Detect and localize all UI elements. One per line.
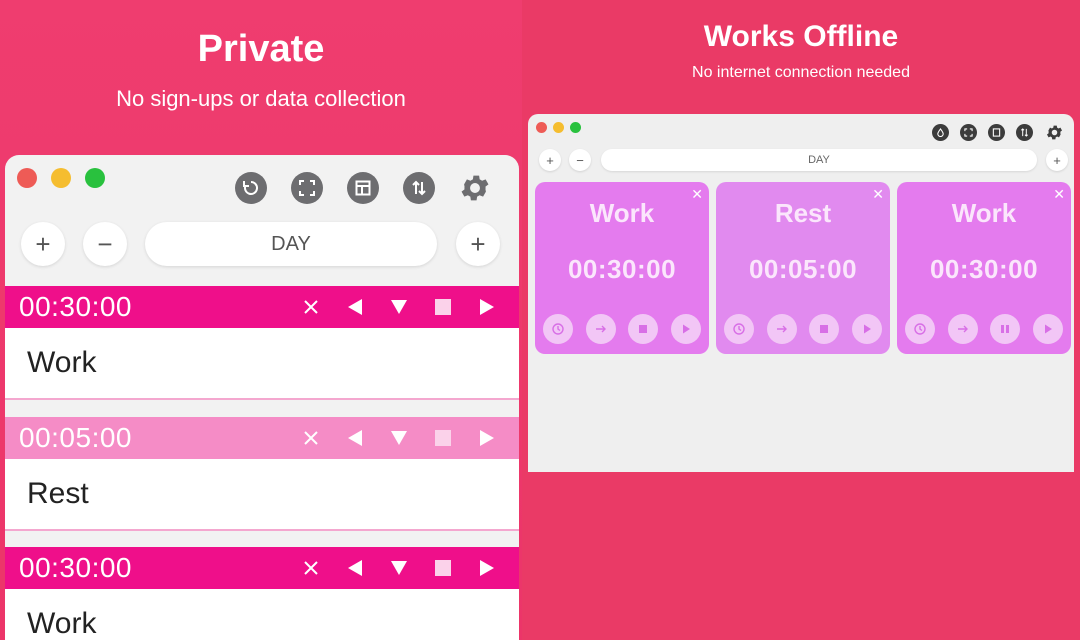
timer-time: 00:30:00 xyxy=(929,254,1039,284)
add-timer-button[interactable]: + xyxy=(21,222,65,266)
layout-icon[interactable] xyxy=(988,124,1005,141)
history-icon[interactable] xyxy=(543,314,573,344)
timer-card[interactable]: ✕ Work 00:30:00 xyxy=(535,182,709,354)
play-icon[interactable] xyxy=(465,547,509,589)
add-day-button[interactable]: + xyxy=(456,222,500,266)
add-day-button[interactable]: + xyxy=(1046,149,1068,171)
timer-card[interactable]: ✕ Rest 00:05:00 xyxy=(716,182,890,354)
remove-timer-button[interactable]: − xyxy=(83,222,127,266)
row-divider xyxy=(5,398,519,400)
timer-time: 00:30:00 xyxy=(19,291,132,322)
timer-name-label: Rest xyxy=(27,477,89,510)
drop-icon[interactable] xyxy=(932,124,949,141)
reset-icon[interactable] xyxy=(235,172,267,204)
grid-view-window: + − DAY + ✕ Work 00:30:00 ✕ Rest 00:05:0… xyxy=(528,114,1074,472)
right-promo-panel: Works Offline No internet connection nee… xyxy=(522,0,1080,640)
play-icon[interactable] xyxy=(851,314,882,344)
arrow-right-icon[interactable] xyxy=(766,314,797,344)
left-panel-subtitle: No sign-ups or data collection xyxy=(116,86,406,111)
minimize-window-button[interactable] xyxy=(553,122,564,133)
timer-card[interactable]: ✕ Work 00:30:00 xyxy=(897,182,1071,354)
row-divider xyxy=(5,529,519,531)
chevron-down-icon[interactable] xyxy=(377,547,421,589)
history-icon[interactable] xyxy=(724,314,754,344)
stop-icon[interactable] xyxy=(421,286,465,328)
close-window-button[interactable] xyxy=(17,168,37,188)
arrow-right-icon[interactable] xyxy=(947,314,978,344)
gear-icon[interactable] xyxy=(457,170,493,206)
day-field[interactable]: DAY xyxy=(145,222,437,266)
chevron-down-icon[interactable] xyxy=(377,417,421,459)
stop-icon[interactable] xyxy=(628,314,659,344)
layout-icon[interactable] xyxy=(347,172,379,204)
timer-time: 00:30:00 xyxy=(19,552,132,583)
timer-time: 00:05:00 xyxy=(748,254,858,284)
stop-icon[interactable] xyxy=(421,417,465,459)
pause-icon[interactable] xyxy=(990,314,1021,344)
left-panel-title: Private xyxy=(197,28,325,70)
timer-name[interactable]: Work xyxy=(5,589,519,640)
timer-row-header: 00:30:00 xyxy=(5,547,519,589)
timer-time: 00:30:00 xyxy=(567,254,677,284)
close-window-button[interactable] xyxy=(536,122,547,133)
day-field[interactable]: DAY xyxy=(601,149,1037,171)
play-icon[interactable] xyxy=(670,314,701,344)
list-view-window: + − DAY + 00:30:00 Work 00:05:00 Rest 00… xyxy=(5,155,519,640)
arrow-right-icon[interactable] xyxy=(585,314,616,344)
timer-name-label: Work xyxy=(27,607,97,640)
timer-name: Work xyxy=(951,198,1017,228)
timer-name[interactable]: Rest xyxy=(5,459,519,529)
add-timer-button[interactable]: + xyxy=(539,149,561,171)
timer-row-header: 00:05:00 xyxy=(5,417,519,459)
previous-icon[interactable] xyxy=(333,286,377,328)
left-promo-panel: Private No sign-ups or data collection +… xyxy=(0,0,522,640)
previous-icon[interactable] xyxy=(333,547,377,589)
gear-icon[interactable] xyxy=(1044,122,1064,142)
right-panel-title: Works Offline xyxy=(703,20,899,53)
minimize-window-button[interactable] xyxy=(51,168,71,188)
play-icon[interactable] xyxy=(1032,314,1063,344)
history-icon[interactable] xyxy=(905,314,935,344)
fullscreen-icon[interactable] xyxy=(291,172,323,204)
sort-icon[interactable] xyxy=(403,172,435,204)
zoom-window-button[interactable] xyxy=(85,168,105,188)
close-icon[interactable] xyxy=(289,417,333,459)
stop-icon[interactable] xyxy=(421,547,465,589)
close-icon[interactable] xyxy=(289,286,333,328)
timer-name: Rest xyxy=(774,198,832,228)
stop-icon[interactable] xyxy=(809,314,840,344)
previous-icon[interactable] xyxy=(333,417,377,459)
timer-row-header: 00:30:00 xyxy=(5,286,519,328)
right-panel-subtitle: No internet connection needed xyxy=(692,64,910,81)
sort-icon[interactable] xyxy=(1016,124,1033,141)
timer-name[interactable]: Work xyxy=(5,328,519,398)
play-icon[interactable] xyxy=(465,286,509,328)
zoom-window-button[interactable] xyxy=(570,122,581,133)
play-icon[interactable] xyxy=(465,417,509,459)
timer-name: Work xyxy=(589,198,655,228)
remove-timer-button[interactable]: − xyxy=(569,149,591,171)
chevron-down-icon[interactable] xyxy=(377,286,421,328)
fullscreen-icon[interactable] xyxy=(960,124,977,141)
timer-time: 00:05:00 xyxy=(19,422,132,453)
close-icon[interactable] xyxy=(289,547,333,589)
timer-name-label: Work xyxy=(27,346,97,379)
